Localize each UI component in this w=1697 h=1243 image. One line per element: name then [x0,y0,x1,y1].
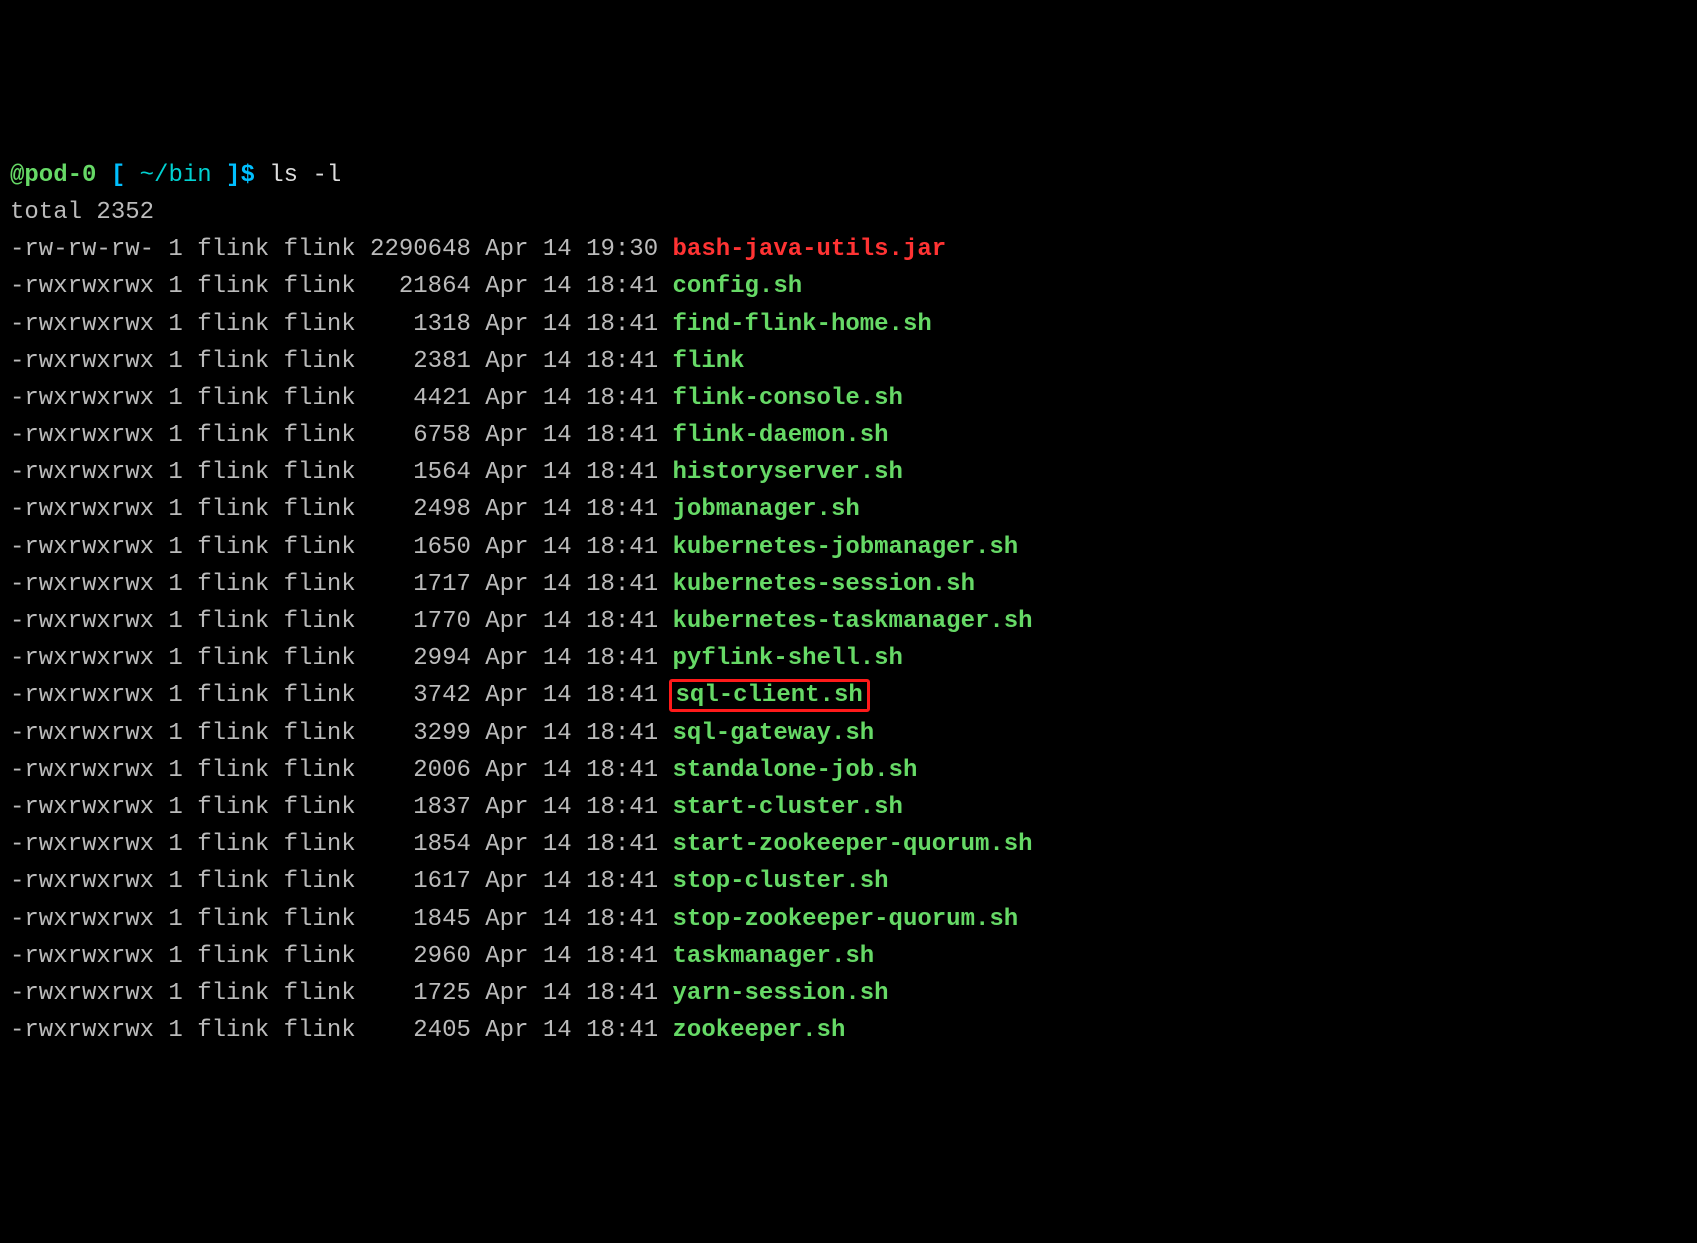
file-name: flink-daemon.sh [673,422,889,449]
file-name: stop-zookeeper-quorum.sh [673,906,1019,933]
file-row: -rwxrwxrwx 1 flink flink 1837 Apr 14 18:… [10,789,1687,826]
file-meta: -rwxrwxrwx 1 flink flink 1564 Apr 14 18:… [10,459,673,486]
file-row: -rwxrwxrwx 1 flink flink 2381 Apr 14 18:… [10,343,1687,380]
file-meta: -rwxrwxrwx 1 flink flink 2405 Apr 14 18:… [10,1017,673,1044]
file-meta: -rwxrwxrwx 1 flink flink 1845 Apr 14 18:… [10,906,673,933]
file-meta: -rwxrwxrwx 1 flink flink 6758 Apr 14 18:… [10,422,673,449]
file-row: -rwxrwxrwx 1 flink flink 2405 Apr 14 18:… [10,1012,1687,1049]
file-row: -rwxrwxrwx 1 flink flink 2960 Apr 14 18:… [10,938,1687,975]
file-name: flink [673,348,745,375]
file-meta: -rwxrwxrwx 1 flink flink 3299 Apr 14 18:… [10,720,673,747]
file-name: find-flink-home.sh [673,311,932,338]
file-row: -rwxrwxrwx 1 flink flink 21864 Apr 14 18… [10,268,1687,305]
file-row: -rwxrwxrwx 1 flink flink 6758 Apr 14 18:… [10,417,1687,454]
file-meta: -rwxrwxrwx 1 flink flink 1725 Apr 14 18:… [10,980,673,1007]
file-meta: -rwxrwxrwx 1 flink flink 2381 Apr 14 18:… [10,348,673,375]
file-row: -rwxrwxrwx 1 flink flink 1617 Apr 14 18:… [10,863,1687,900]
file-meta: -rwxrwxrwx 1 flink flink 1650 Apr 14 18:… [10,534,673,561]
prompt-bracket-open: [ [96,162,139,189]
file-meta: -rwxrwxrwx 1 flink flink 2960 Apr 14 18:… [10,943,673,970]
file-name: historyserver.sh [673,459,903,486]
file-name: start-cluster.sh [673,794,903,821]
file-row: -rw-rw-rw- 1 flink flink 2290648 Apr 14 … [10,231,1687,268]
total-line: total 2352 [10,199,154,226]
file-row: -rwxrwxrwx 1 flink flink 3742 Apr 14 18:… [10,677,1687,714]
file-name: stop-cluster.sh [673,868,889,895]
file-name: yarn-session.sh [673,980,889,1007]
file-row: -rwxrwxrwx 1 flink flink 1770 Apr 14 18:… [10,603,1687,640]
file-row: -rwxrwxrwx 1 flink flink 1318 Apr 14 18:… [10,306,1687,343]
file-name: standalone-job.sh [673,757,918,784]
file-name: start-zookeeper-quorum.sh [673,831,1033,858]
file-name: bash-java-utils.jar [673,236,947,263]
file-name: sql-gateway.sh [673,720,875,747]
file-name: sql-client.sh [669,679,870,712]
file-name: kubernetes-session.sh [673,571,975,598]
file-row: -rwxrwxrwx 1 flink flink 4421 Apr 14 18:… [10,380,1687,417]
prompt-cwd: ~/bin [140,162,212,189]
terminal-prompt: @pod-0 [ ~/bin ]$ [10,162,269,189]
file-name: jobmanager.sh [673,496,860,523]
file-meta: -rwxrwxrwx 1 flink flink 2994 Apr 14 18:… [10,645,673,672]
file-meta: -rwxrwxrwx 1 flink flink 1837 Apr 14 18:… [10,794,673,821]
file-name: zookeeper.sh [673,1017,846,1044]
file-meta: -rwxrwxrwx 1 flink flink 3742 Apr 14 18:… [10,682,673,709]
file-name: flink-console.sh [673,385,903,412]
file-meta: -rwxrwxrwx 1 flink flink 1770 Apr 14 18:… [10,608,673,635]
file-name: kubernetes-taskmanager.sh [673,608,1033,635]
prompt-bracket-close: ] [212,162,241,189]
file-meta: -rwxrwxrwx 1 flink flink 4421 Apr 14 18:… [10,385,673,412]
file-row: -rwxrwxrwx 1 flink flink 1650 Apr 14 18:… [10,529,1687,566]
file-meta: -rwxrwxrwx 1 flink flink 1717 Apr 14 18:… [10,571,673,598]
file-meta: -rwxrwxrwx 1 flink flink 1617 Apr 14 18:… [10,868,673,895]
file-meta: -rw-rw-rw- 1 flink flink 2290648 Apr 14 … [10,236,673,263]
file-row: -rwxrwxrwx 1 flink flink 1845 Apr 14 18:… [10,901,1687,938]
file-name: pyflink-shell.sh [673,645,903,672]
file-meta: -rwxrwxrwx 1 flink flink 1854 Apr 14 18:… [10,831,673,858]
file-row: -rwxrwxrwx 1 flink flink 1854 Apr 14 18:… [10,826,1687,863]
file-row: -rwxrwxrwx 1 flink flink 1717 Apr 14 18:… [10,566,1687,603]
file-row: -rwxrwxrwx 1 flink flink 2006 Apr 14 18:… [10,752,1687,789]
command-input[interactable]: ls -l [269,162,341,189]
file-row: -rwxrwxrwx 1 flink flink 1564 Apr 14 18:… [10,454,1687,491]
prompt-dollar: $ [240,162,269,189]
file-row: -rwxrwxrwx 1 flink flink 2498 Apr 14 18:… [10,491,1687,528]
file-meta: -rwxrwxrwx 1 flink flink 2498 Apr 14 18:… [10,496,673,523]
file-row: -rwxrwxrwx 1 flink flink 2994 Apr 14 18:… [10,640,1687,677]
file-meta: -rwxrwxrwx 1 flink flink 21864 Apr 14 18… [10,273,673,300]
file-row: -rwxrwxrwx 1 flink flink 3299 Apr 14 18:… [10,715,1687,752]
file-meta: -rwxrwxrwx 1 flink flink 1318 Apr 14 18:… [10,311,673,338]
file-row: -rwxrwxrwx 1 flink flink 1725 Apr 14 18:… [10,975,1687,1012]
file-name: config.sh [673,273,803,300]
file-name: taskmanager.sh [673,943,875,970]
prompt-host: @pod-0 [10,162,96,189]
file-meta: -rwxrwxrwx 1 flink flink 2006 Apr 14 18:… [10,757,673,784]
file-listing: -rw-rw-rw- 1 flink flink 2290648 Apr 14 … [10,231,1687,1049]
file-name: kubernetes-jobmanager.sh [673,534,1019,561]
